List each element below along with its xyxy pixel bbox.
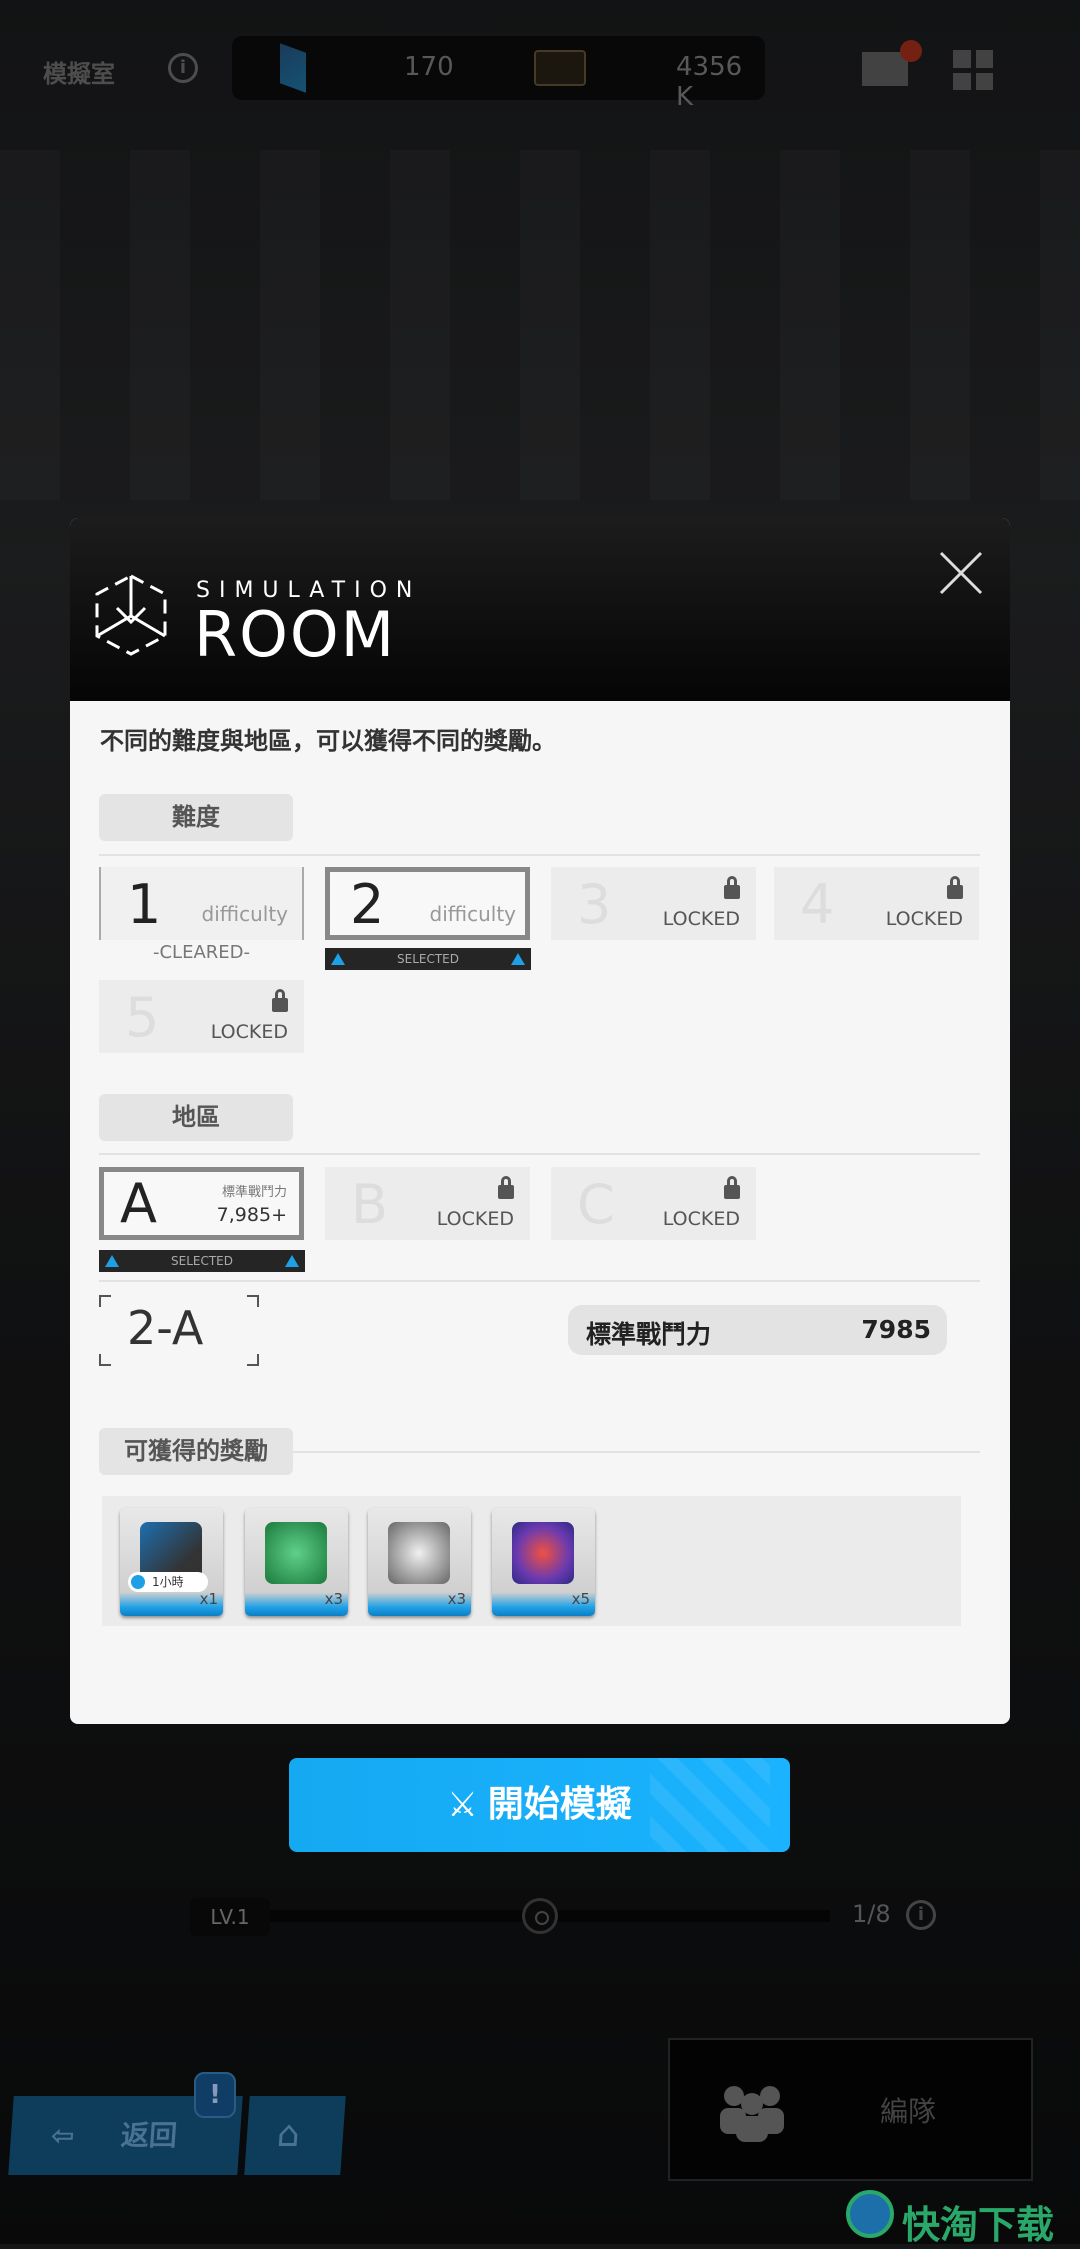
green-ore-icon bbox=[265, 1522, 327, 1584]
area-c-tile[interactable]: C LOCKED bbox=[551, 1167, 756, 1240]
difficulty-1-tile[interactable]: 1 difficulty bbox=[99, 867, 304, 940]
logo-text-room: ROOM bbox=[194, 598, 397, 671]
duration-badge: 1小時 bbox=[128, 1572, 208, 1592]
difficulty-number: 4 bbox=[800, 873, 835, 936]
locked-label: LOCKED bbox=[210, 1021, 288, 1043]
area-b-tile[interactable]: B LOCKED bbox=[325, 1167, 530, 1240]
area-letter: B bbox=[351, 1173, 389, 1236]
area-section-label: 地區 bbox=[99, 1094, 293, 1141]
watermark-text: 快淘下载 bbox=[902, 2203, 1055, 2247]
area-letter: C bbox=[577, 1173, 615, 1236]
power-label: 標準戰鬥力 bbox=[586, 1320, 712, 1349]
difficulty-number: 3 bbox=[577, 873, 612, 936]
selected-indicator: SELECTED bbox=[99, 1250, 305, 1272]
crossed-swords-icon: ⚔ bbox=[447, 1785, 478, 1825]
exit-icon: ⇦ bbox=[49, 2119, 76, 2152]
start-simulation-button[interactable]: ⚔ 開始模擬 bbox=[289, 1758, 790, 1852]
formation-button[interactable]: 編隊 bbox=[668, 2038, 1033, 2181]
watermark-logo-icon bbox=[846, 2190, 894, 2238]
level-knob bbox=[522, 1898, 558, 1934]
dialog-header: SIMULATION ROOM bbox=[70, 518, 1010, 701]
difficulty-2-tile[interactable]: 2 difficulty bbox=[325, 867, 530, 940]
stage-label: 2-A bbox=[99, 1295, 259, 1366]
back-label: 返回 bbox=[119, 2119, 179, 2152]
difficulty-number: 2 bbox=[350, 873, 385, 936]
area-letter: A bbox=[120, 1172, 157, 1235]
reward-count: x5 bbox=[571, 1590, 590, 1608]
lock-icon bbox=[724, 876, 740, 899]
rewards-section-label: 可獲得的獎勵 bbox=[99, 1428, 293, 1475]
lock-icon bbox=[947, 876, 963, 899]
standard-power: 標準戰鬥力 7985 bbox=[568, 1305, 947, 1355]
reward-item-laptop[interactable]: 1小時 x1 bbox=[120, 1508, 223, 1616]
lock-icon bbox=[272, 989, 288, 1012]
reward-count: x3 bbox=[447, 1590, 466, 1608]
cleared-label: -CLEARED- bbox=[152, 942, 250, 963]
cube-logo-icon bbox=[95, 574, 167, 656]
simulation-room-dialog: SIMULATION ROOM 不同的難度與地區，可以獲得不同的獎勵。 難度 1… bbox=[70, 518, 1010, 1724]
team-icon bbox=[720, 2086, 784, 2142]
locked-label: LOCKED bbox=[662, 1208, 740, 1230]
difficulty-sub: difficulty bbox=[201, 902, 289, 926]
divider bbox=[99, 1153, 980, 1155]
difficulty-number: 1 bbox=[127, 873, 162, 936]
locked-label: LOCKED bbox=[885, 908, 963, 930]
stage-text: 2-A bbox=[127, 1301, 204, 1355]
close-icon[interactable] bbox=[936, 548, 986, 598]
reward-count: x1 bbox=[199, 1590, 218, 1608]
level-progress: 1/8 bbox=[852, 1900, 891, 1928]
reward-item-silver-ore[interactable]: x3 bbox=[368, 1508, 471, 1616]
divider bbox=[99, 854, 980, 856]
selected-indicator: SELECTED bbox=[325, 948, 531, 970]
divider bbox=[293, 1451, 980, 1453]
difficulty-number: 5 bbox=[125, 986, 160, 1049]
rainbow-ore-icon bbox=[512, 1522, 574, 1584]
alert-badge: ! bbox=[194, 2072, 236, 2118]
divider bbox=[99, 1280, 980, 1282]
difficulty-4-tile[interactable]: 4 LOCKED bbox=[774, 867, 979, 940]
reward-item-rainbow-ore[interactable]: x5 bbox=[492, 1508, 595, 1616]
home-icon: ⌂ bbox=[275, 2114, 302, 2155]
difficulty-5-tile[interactable]: 5 LOCKED bbox=[99, 980, 304, 1053]
area-power-label: 標準戰鬥力 bbox=[221, 1185, 287, 1200]
lock-icon bbox=[498, 1176, 514, 1199]
reward-item-green-ore[interactable]: x3 bbox=[245, 1508, 348, 1616]
rewards-panel: 1小時 x1 x3 x3 x5 bbox=[102, 1496, 961, 1626]
start-label: 開始模擬 bbox=[487, 1784, 632, 1825]
home-button[interactable]: ⌂ bbox=[244, 2096, 346, 2175]
level-label: LV.1 bbox=[190, 1898, 270, 1936]
reward-count: x3 bbox=[324, 1590, 343, 1608]
difficulty-3-tile[interactable]: 3 LOCKED bbox=[551, 867, 756, 940]
difficulty-sub: difficulty bbox=[429, 902, 517, 926]
locked-label: LOCKED bbox=[436, 1208, 514, 1230]
info-icon[interactable]: i bbox=[906, 1900, 936, 1930]
lock-icon bbox=[724, 1176, 740, 1199]
area-a-tile[interactable]: A 標準戰鬥力 7,985+ bbox=[99, 1167, 304, 1240]
power-value: 7985 bbox=[861, 1315, 931, 1344]
silver-ore-icon bbox=[388, 1522, 450, 1584]
difficulty-section-label: 難度 bbox=[99, 794, 293, 841]
formation-label: 編隊 bbox=[880, 2095, 937, 2128]
area-power-value: 7,985+ bbox=[216, 1204, 287, 1226]
description: 不同的難度與地區，可以獲得不同的獎勵。 bbox=[100, 727, 556, 755]
locked-label: LOCKED bbox=[662, 908, 740, 930]
